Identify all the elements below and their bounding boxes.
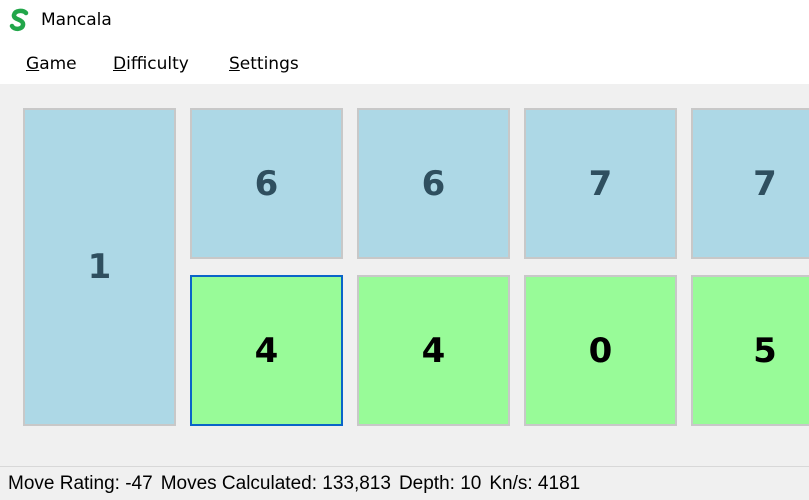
menu-difficulty[interactable]: Difficulty bbox=[113, 53, 189, 75]
player-pit-3[interactable]: 0 bbox=[524, 275, 677, 426]
move-rating: Move Rating: -47 bbox=[8, 472, 153, 494]
knodes-per-second: Kn/s: 4181 bbox=[489, 472, 581, 494]
opponent-pit-4: 7 bbox=[691, 108, 809, 259]
menu-difficulty-label: ifficulty bbox=[126, 54, 189, 74]
opponent-pit-1: 6 bbox=[190, 108, 343, 259]
menu-bar: Game Difficulty Settings bbox=[0, 42, 809, 85]
window-title: Mancala bbox=[41, 10, 112, 30]
opponent-pit-2: 6 bbox=[357, 108, 510, 259]
player-pit-2[interactable]: 4 bbox=[357, 275, 510, 426]
player-pit-4[interactable]: 5 bbox=[691, 275, 809, 426]
s-logo-icon bbox=[9, 8, 29, 32]
opponent-pit-3: 7 bbox=[524, 108, 677, 259]
menu-settings-label: ettings bbox=[239, 54, 299, 74]
opponent-store: 1 bbox=[23, 108, 176, 426]
title-bar: Mancala bbox=[0, 0, 809, 42]
menu-settings[interactable]: Settings bbox=[229, 53, 299, 75]
search-depth: Depth: 10 bbox=[398, 472, 482, 494]
menu-difficulty-mnemonic: D bbox=[113, 54, 127, 74]
status-bar: Move Rating: -47 Moves Calculated: 133,8… bbox=[0, 466, 809, 500]
menu-settings-mnemonic: S bbox=[229, 54, 240, 74]
moves-calculated: Moves Calculated: 133,813 bbox=[160, 472, 391, 494]
menu-game[interactable]: Game bbox=[26, 53, 77, 75]
menu-game-mnemonic: G bbox=[26, 54, 40, 74]
player-pit-1[interactable]: 4 bbox=[190, 275, 343, 426]
menu-game-label: ame bbox=[39, 54, 77, 74]
